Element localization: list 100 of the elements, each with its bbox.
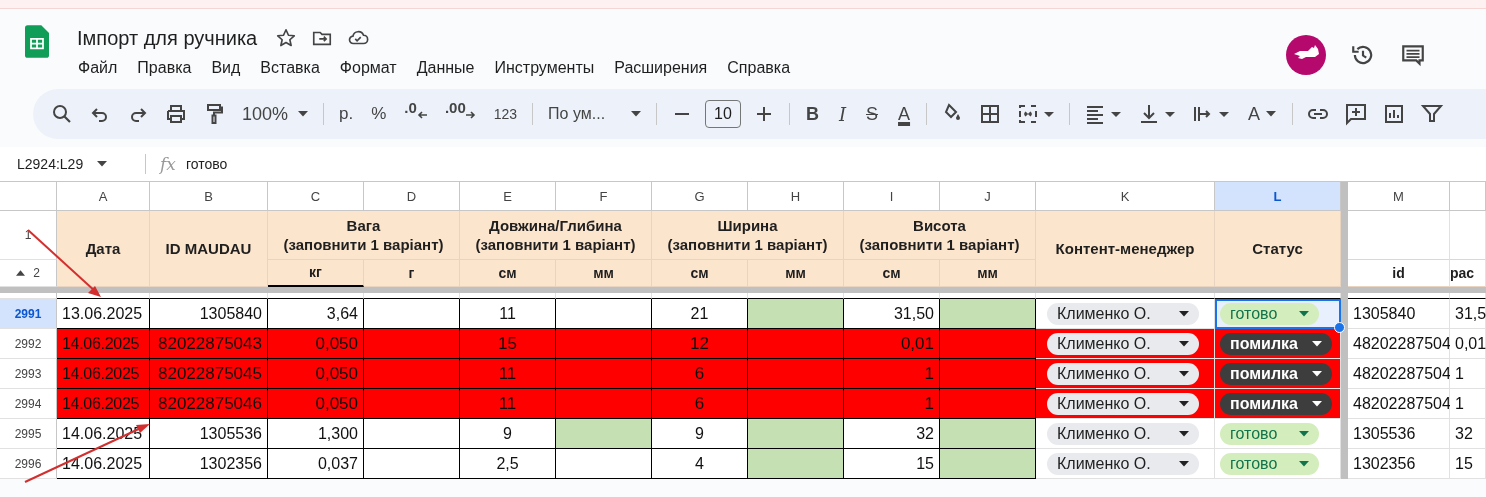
- header-cell: id: [1348, 260, 1450, 287]
- table-cell[interactable]: готово: [1215, 449, 1341, 479]
- table-cell: 0,037: [268, 449, 364, 479]
- column-header[interactable]: L: [1215, 182, 1341, 211]
- column-header[interactable]: B: [150, 182, 268, 211]
- font-size-field[interactable]: 10: [705, 100, 741, 128]
- menu-item[interactable]: Данные: [406, 57, 485, 79]
- column-header[interactable]: F: [556, 182, 652, 211]
- menu-item[interactable]: Вид: [201, 57, 251, 79]
- manager-dropdown[interactable]: Клименко О.: [1047, 392, 1199, 415]
- menu-item[interactable]: Расширения: [604, 57, 718, 79]
- currency-button[interactable]: р.: [330, 99, 363, 129]
- table-cell: 13.06.2025: [57, 299, 150, 329]
- column-header[interactable]: E: [460, 182, 556, 211]
- menu-item[interactable]: Правка: [127, 57, 202, 79]
- row-number[interactable]: 2993: [0, 359, 57, 389]
- increase-decimal-button[interactable]: .00: [435, 99, 485, 129]
- column-header[interactable]: K: [1036, 182, 1215, 211]
- table-cell: 0,050: [268, 389, 364, 419]
- bold-button[interactable]: B: [795, 99, 829, 129]
- status-dropdown[interactable]: помилка: [1220, 392, 1332, 415]
- table-cell[interactable]: готово: [1215, 419, 1341, 449]
- row-number[interactable]: 2992: [0, 329, 57, 359]
- row-number[interactable]: 2996: [0, 449, 57, 479]
- table-cell: 6: [652, 389, 748, 419]
- table-cell: 9: [460, 419, 556, 449]
- text-rotation-button[interactable]: A: [1238, 99, 1287, 129]
- arrow-right-icon: [465, 111, 476, 119]
- menu-item[interactable]: Инструменты: [484, 57, 605, 79]
- menu-item[interactable]: Вставка: [250, 57, 330, 79]
- zoom-dropdown[interactable]: 100%: [233, 99, 318, 129]
- caret-icon: [1299, 430, 1310, 437]
- table-cell: 4: [652, 449, 748, 479]
- header-cell: [1450, 211, 1486, 260]
- font-dropdown[interactable]: По ум...: [539, 99, 651, 129]
- decrease-decimal-button[interactable]: .0: [395, 99, 436, 129]
- function-label: fx: [160, 154, 176, 174]
- table-cell: 82022875043: [150, 329, 268, 359]
- caret-icon: [1178, 310, 1189, 317]
- caret-icon: [1178, 460, 1189, 467]
- manager-dropdown[interactable]: Клименко О.: [1047, 332, 1199, 355]
- formula-field[interactable]: готово: [185, 156, 228, 172]
- avatar-icon[interactable]: [1286, 35, 1326, 75]
- menu-item[interactable]: Файл: [68, 57, 128, 79]
- table-cell: 1305536: [1348, 419, 1450, 449]
- table-cell: 15: [844, 449, 940, 479]
- caret-icon: [1178, 400, 1189, 407]
- column-header[interactable]: D: [364, 182, 460, 211]
- column-header[interactable]: A: [57, 182, 150, 211]
- table-cell[interactable]: помилка: [1215, 359, 1341, 389]
- status-dropdown[interactable]: готово: [1220, 422, 1320, 445]
- header-cell: Довжина/Глибина (заповнити 1 варіант): [460, 211, 652, 260]
- name-box[interactable]: L2924:L29: [0, 156, 131, 172]
- comment-icon[interactable]: [1400, 42, 1426, 68]
- header-cell: Ширина (заповнити 1 варіант): [652, 211, 844, 260]
- table-cell: 1302356: [150, 449, 268, 479]
- document-title[interactable]: Імпорт для ручника: [77, 26, 258, 50]
- column-header[interactable]: H: [748, 182, 844, 211]
- column-header[interactable]: C: [268, 182, 364, 211]
- table-cell: 15: [460, 329, 556, 359]
- freeze-bar[interactable]: [1341, 299, 1348, 329]
- table-cell[interactable]: помилка: [1215, 329, 1341, 359]
- column-header[interactable]: I: [844, 182, 940, 211]
- collapse-icon[interactable]: [16, 270, 26, 276]
- sheets-logo-icon[interactable]: [25, 25, 49, 58]
- status-dropdown[interactable]: помилка: [1220, 332, 1332, 355]
- table-cell: 21: [652, 299, 748, 329]
- row-number[interactable]: 2995: [0, 419, 57, 449]
- manager-dropdown[interactable]: Клименко О.: [1047, 452, 1199, 475]
- row-number[interactable]: 2994: [0, 389, 57, 419]
- table-cell: 1302356: [1348, 449, 1450, 479]
- row-number[interactable]: 2991: [0, 299, 57, 329]
- row-number[interactable]: 2: [33, 266, 40, 280]
- table-cell[interactable]: помилка: [1215, 389, 1341, 419]
- caret-icon: [1178, 340, 1189, 347]
- column-header[interactable]: G: [652, 182, 748, 211]
- number-format-button[interactable]: 123: [484, 99, 527, 129]
- header-cell: pac: [1450, 260, 1486, 287]
- status-dropdown[interactable]: готово: [1220, 452, 1320, 475]
- star-icon[interactable]: [275, 27, 298, 49]
- table-cell: 11: [460, 359, 556, 389]
- text-color-button[interactable]: A: [888, 99, 921, 129]
- percent-button[interactable]: %: [362, 99, 396, 129]
- strikethrough-button[interactable]: S: [856, 99, 889, 129]
- manager-dropdown[interactable]: Клименко О.: [1047, 302, 1199, 325]
- menu-item[interactable]: Справка: [717, 57, 801, 79]
- menu-item[interactable]: Формат: [329, 57, 407, 79]
- status-dropdown[interactable]: готово: [1220, 302, 1320, 325]
- column-header[interactable]: J: [940, 182, 1036, 211]
- table-cell: 14.06.2025: [57, 389, 150, 419]
- arrow-left-icon: [416, 111, 427, 119]
- caret-icon: [1299, 460, 1310, 467]
- manager-dropdown[interactable]: Клименко О.: [1047, 362, 1199, 385]
- manager-dropdown[interactable]: Клименко О.: [1047, 422, 1199, 445]
- caret-icon: [298, 111, 309, 117]
- column-header[interactable]: M: [1348, 182, 1450, 211]
- table-cell: 0,01: [1450, 329, 1486, 359]
- caret-icon: [1311, 370, 1322, 377]
- italic-button[interactable]: I: [828, 99, 856, 129]
- status-dropdown[interactable]: помилка: [1220, 362, 1332, 385]
